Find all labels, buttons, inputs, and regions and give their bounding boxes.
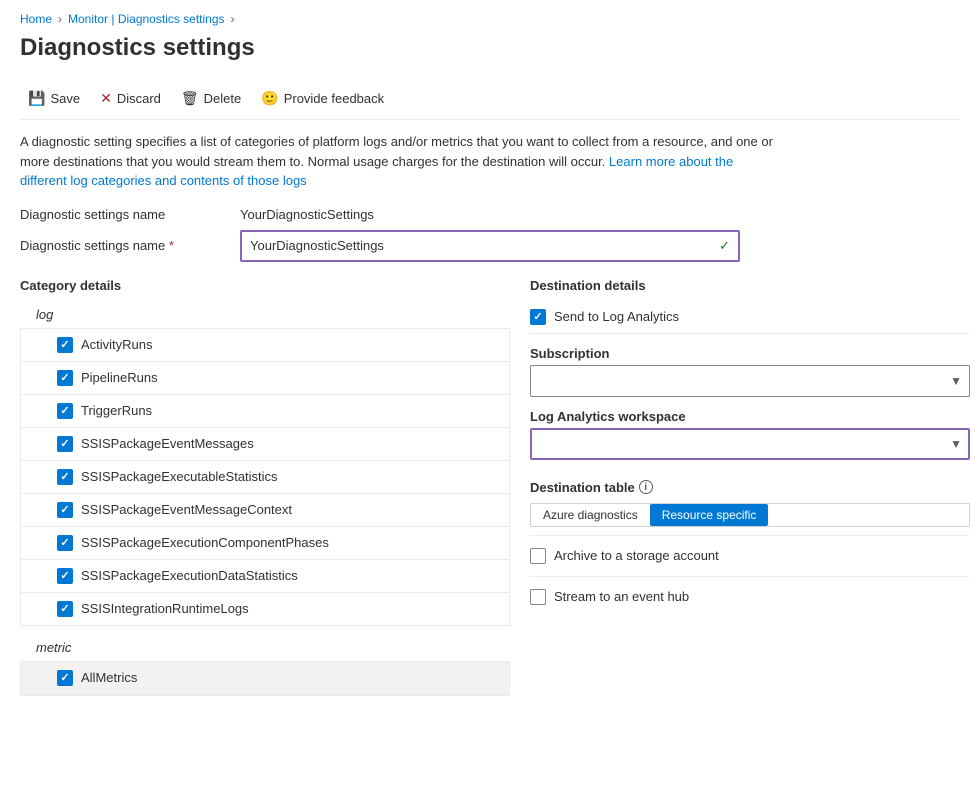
subscription-section: Subscription ▼ [530,346,970,397]
list-item: SSISPackageExecutionDataStatistics [21,560,509,593]
settings-name-input-row: Diagnostic settings name ✓ [20,230,960,262]
archive-storage-row: Archive to a storage account [530,536,970,577]
destination-section-title: Destination details [530,278,970,293]
send-to-log-analytics-row: Send to Log Analytics [530,301,970,334]
delete-icon: 🗑 [181,90,199,107]
category-section-title: Category details [20,278,510,293]
stream-event-hub-row: Stream to an event hub [530,577,970,617]
log-analytics-workspace-dropdown-container: ▼ [530,428,970,460]
destination-table-section: Destination table i Azure diagnostics Re… [530,472,970,536]
metric-items-container: AllMetrics [20,662,510,696]
destination-table-label: Destination table i [530,480,970,495]
log-group: log ActivityRuns PipelineRuns TriggerRun… [20,301,510,626]
all-metrics-checkbox[interactable] [57,670,73,686]
feedback-button[interactable]: 🙂 Provide feedback [253,86,392,111]
ssis-executable-stats-label: SSISPackageExecutableStatistics [81,469,278,484]
description-text: A diagnostic setting specifies a list of… [20,132,780,191]
main-content: Category details log ActivityRuns Pipeli… [20,278,960,696]
trigger-runs-label: TriggerRuns [81,403,152,418]
breadcrumb-monitor[interactable]: Monitor | Diagnostics settings [68,12,225,26]
archive-storage-checkbox[interactable] [530,548,546,564]
list-item: SSISPackageEventMessageContext [21,494,509,527]
settings-name-input[interactable] [250,238,719,253]
ssis-event-messages-label: SSISPackageEventMessages [81,436,254,451]
toolbar: 💾 Save ✕ Discard 🗑 Delete 🙂 Provide feed… [20,78,960,120]
pipeline-runs-checkbox[interactable] [57,370,73,386]
ssis-executable-stats-checkbox[interactable] [57,469,73,485]
log-analytics-workspace-label: Log Analytics workspace [530,409,970,424]
settings-name-display-row: Diagnostic settings name YourDiagnosticS… [20,207,960,222]
discard-icon: ✕ [100,90,112,107]
settings-name-display-value: YourDiagnosticSettings [240,207,374,222]
category-section: Category details log ActivityRuns Pipeli… [20,278,510,696]
activity-runs-label: ActivityRuns [81,337,153,352]
destination-table-info-icon[interactable]: i [639,480,653,494]
list-item: SSISPackageExecutableStatistics [21,461,509,494]
list-item: SSISPackageExecutionComponentPhases [21,527,509,560]
list-item: PipelineRuns [21,362,509,395]
send-log-analytics-checkbox[interactable] [530,309,546,325]
ssis-integration-runtime-label: SSISIntegrationRuntimeLogs [81,601,249,616]
ssis-execution-component-label: SSISPackageExecutionComponentPhases [81,535,329,550]
destination-section: Destination details Send to Log Analytic… [530,278,970,696]
page-title: Diagnostics settings [20,34,960,62]
save-icon: 💾 [28,90,45,107]
resource-specific-toggle[interactable]: Resource specific [650,504,769,526]
ssis-execution-data-checkbox[interactable] [57,568,73,584]
subscription-label: Subscription [530,346,970,361]
ssis-event-msg-context-checkbox[interactable] [57,502,73,518]
breadcrumb-sep2: › [231,12,235,26]
ssis-execution-data-label: SSISPackageExecutionDataStatistics [81,568,298,583]
save-button[interactable]: 💾 Save [20,86,88,111]
input-valid-icon: ✓ [719,238,730,254]
list-item: TriggerRuns [21,395,509,428]
activity-runs-checkbox[interactable] [57,337,73,353]
breadcrumb-sep1: › [58,12,62,26]
metric-group: metric AllMetrics [20,634,510,696]
subscription-dropdown-container: ▼ [530,365,970,397]
subscription-dropdown[interactable] [530,365,970,397]
list-item: SSISIntegrationRuntimeLogs [21,593,509,625]
ssis-event-msg-context-label: SSISPackageEventMessageContext [81,502,292,517]
list-item: SSISPackageEventMessages [21,428,509,461]
settings-name-input-label: Diagnostic settings name [20,238,240,253]
settings-name-input-container: ✓ [240,230,740,262]
pipeline-runs-label: PipelineRuns [81,370,158,385]
azure-diagnostics-toggle[interactable]: Azure diagnostics [531,504,650,526]
archive-storage-label: Archive to a storage account [554,548,719,563]
breadcrumb-home[interactable]: Home [20,12,52,26]
list-item: ActivityRuns [21,329,509,362]
list-item: AllMetrics [21,662,509,695]
all-metrics-label: AllMetrics [81,670,137,685]
stream-event-hub-checkbox[interactable] [530,589,546,605]
discard-button[interactable]: ✕ Discard [92,86,169,111]
log-analytics-workspace-dropdown[interactable] [530,428,970,460]
trigger-runs-checkbox[interactable] [57,403,73,419]
ssis-integration-runtime-checkbox[interactable] [57,601,73,617]
destination-table-toggle-group: Azure diagnostics Resource specific [530,503,970,527]
send-log-analytics-label: Send to Log Analytics [554,309,679,324]
metric-group-label: metric [20,634,510,662]
log-analytics-workspace-section: Log Analytics workspace ▼ [530,409,970,460]
feedback-icon: 🙂 [261,90,278,107]
log-group-label: log [20,301,510,329]
log-items-container: ActivityRuns PipelineRuns TriggerRuns SS… [20,329,510,626]
settings-name-display-label: Diagnostic settings name [20,207,240,222]
stream-event-hub-label: Stream to an event hub [554,589,689,604]
ssis-execution-component-checkbox[interactable] [57,535,73,551]
delete-button[interactable]: 🗑 Delete [173,86,249,111]
ssis-event-messages-checkbox[interactable] [57,436,73,452]
breadcrumb: Home › Monitor | Diagnostics settings › [20,0,960,34]
